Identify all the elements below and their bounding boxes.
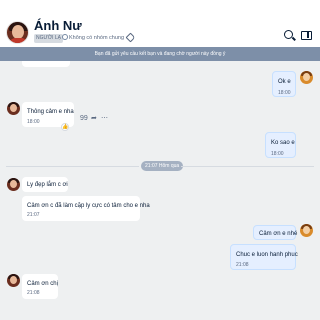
message-text: Cảm ơn c đã làm cặp ly cực có tâm cho e …: [27, 203, 150, 209]
quote-icon[interactable]: 99: [80, 115, 88, 123]
contact-name[interactable]: Ánh Nư: [34, 18, 82, 33]
message-time: 21:08: [27, 290, 40, 296]
message-time: 21:07: [27, 212, 40, 218]
like-reaction-icon[interactable]: 👍: [61, 123, 69, 131]
message-time: 18:00: [278, 90, 291, 96]
message-text: Thông cảm e nha: [27, 109, 74, 115]
stranger-badge: NGƯỜI LẠ: [34, 34, 63, 43]
divider-line: [181, 166, 314, 167]
sidebar-toggle-icon[interactable]: [301, 31, 312, 40]
divider-line: [6, 166, 139, 167]
contact-avatar-small[interactable]: [7, 178, 20, 191]
chat-header: Ánh Nư NGƯỜI LẠ Không có nhóm chung: [0, 0, 320, 46]
my-avatar[interactable]: [300, 71, 313, 84]
message-text: Ly đẹp lắm c ơi: [27, 182, 68, 188]
more-icon[interactable]: ⋯: [101, 115, 108, 123]
search-icon[interactable]: [284, 30, 293, 39]
message-bubble-in[interactable]: Cảm ơn chị 21:08: [22, 274, 58, 299]
share-icon[interactable]: ➦: [91, 115, 97, 123]
message-bubble-in[interactable]: Ly đẹp lắm c ơi: [22, 177, 68, 192]
message-text: Cảm ơn e nhé: [259, 231, 298, 237]
message-bubble-out[interactable]: Chuc e luon hanh phuc 21:08: [230, 244, 298, 270]
contact-avatar-small[interactable]: [7, 102, 20, 115]
message-time: 18:00: [271, 151, 284, 157]
message-bubble-out[interactable]: Cảm ơn e nhé: [253, 225, 298, 240]
message-bubble-out[interactable]: Ok e 18:00: [272, 71, 296, 97]
message-bubble-in[interactable]: Cảm ơn c đã làm cặp ly cực có tâm cho e …: [22, 196, 150, 221]
my-avatar[interactable]: [300, 224, 313, 237]
message-text: Chuc e luon hanh phuc: [236, 252, 298, 258]
contact-avatar[interactable]: [6, 21, 29, 44]
tag-icon[interactable]: [125, 32, 136, 43]
group-icon: [62, 34, 68, 40]
message-text: Ko sao e: [271, 140, 295, 146]
common-group-text: Không có nhóm chung: [69, 35, 125, 41]
message-list[interactable]: Ok e 18:00 Thông cảm e nha 18:00 👍 99 ➦ …: [0, 61, 320, 320]
friend-request-notice: Bạn đã gửi yêu cầu kết bạn và đang chờ n…: [0, 47, 320, 61]
contact-avatar-small[interactable]: [7, 274, 20, 287]
message-text: Cảm ơn chị: [27, 281, 58, 287]
message-bubble-partial: [22, 61, 70, 67]
message-time: 18:00: [27, 119, 40, 125]
message-text: Ok e: [278, 79, 291, 85]
time-divider: 21:07 Hôm qua: [141, 161, 184, 171]
message-bubble-out[interactable]: Ko sao e 18:00: [265, 132, 296, 158]
message-time: 21:08: [236, 262, 249, 268]
